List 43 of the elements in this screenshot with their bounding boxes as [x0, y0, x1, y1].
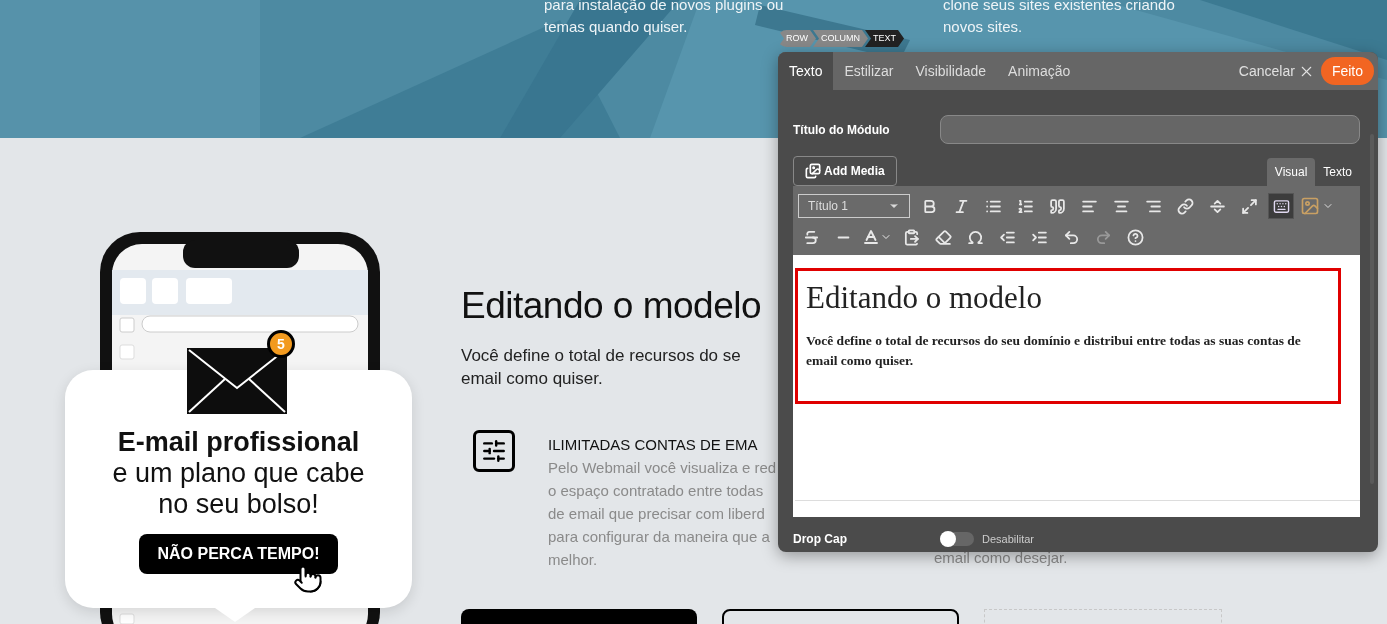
hero-text: para instalação de novos plugins ou [544, 0, 785, 15]
feature-text: melhor. [548, 550, 598, 570]
add-media-button[interactable]: Add Media [793, 156, 897, 186]
toggle-switch[interactable] [940, 532, 974, 546]
editor-mode-tab[interactable]: Texto [1315, 158, 1360, 186]
text-color-icon[interactable] [862, 228, 892, 246]
feature-text: email como desejar. [934, 548, 1068, 568]
editor-tab[interactable]: Animação [997, 52, 1082, 90]
hero-text: novos sites. [943, 17, 1024, 37]
promo-heading: E-mail profissional [117, 426, 360, 458]
hand-cursor-icon [293, 564, 323, 594]
editor-mode-tab[interactable]: Visual [1266, 158, 1316, 186]
lead-text: email como quiser. [461, 368, 603, 390]
field-label: Título do Módulo [793, 121, 891, 139]
image-icon[interactable] [1300, 196, 1334, 216]
feature-text: para configurar da maneira que a [548, 527, 770, 547]
promo-text: e um plano que cabe [112, 458, 365, 489]
cta-button[interactable]: NÃO PERCA TEMPO! [139, 534, 338, 574]
breadcrumb-item[interactable]: COLUMN [813, 30, 868, 47]
media-icon [805, 163, 821, 179]
feature-text: o espaço contratado entre todas [548, 481, 764, 501]
toggle-label: Desabilitar [982, 531, 1034, 547]
toolbar-toggle-icon[interactable] [1268, 193, 1294, 219]
feature-title: ILIMITADAS CONTAS DE EMA [548, 435, 758, 455]
editor-tab[interactable]: Visibilidade [904, 52, 998, 90]
lead-text: Você define o total de recursos do se [461, 345, 741, 367]
feature-text: de email que precisar com liberd [548, 504, 765, 524]
sliders-icon [473, 430, 515, 472]
editor-tab[interactable]: Estilizar [833, 52, 905, 90]
hero-text: clone seus sites existentes criando [943, 0, 1176, 15]
module-title-field[interactable] [940, 115, 1360, 144]
field-label: Drop Cap [793, 531, 848, 548]
feature-text: Pelo Webmail você visualiza e red [548, 458, 777, 478]
content-paragraph: Você define o total de recursos do seu domínio e distribui entre todas as suas contas de email como quiser. [806, 332, 1302, 370]
format-select[interactable]: Título 1 [798, 194, 910, 218]
content-heading: Editando o modelo [806, 279, 1043, 317]
done-button[interactable]: Feito [1320, 57, 1374, 85]
promo-text: no seu bolso! [158, 489, 319, 520]
cancel-button[interactable]: Cancelar [1238, 52, 1315, 90]
image-glyph-icon [1300, 196, 1320, 216]
section-title: Editando o modelo [461, 284, 762, 328]
editor-tab[interactable]: Texto [778, 52, 834, 90]
letter-a-icon [862, 228, 880, 246]
